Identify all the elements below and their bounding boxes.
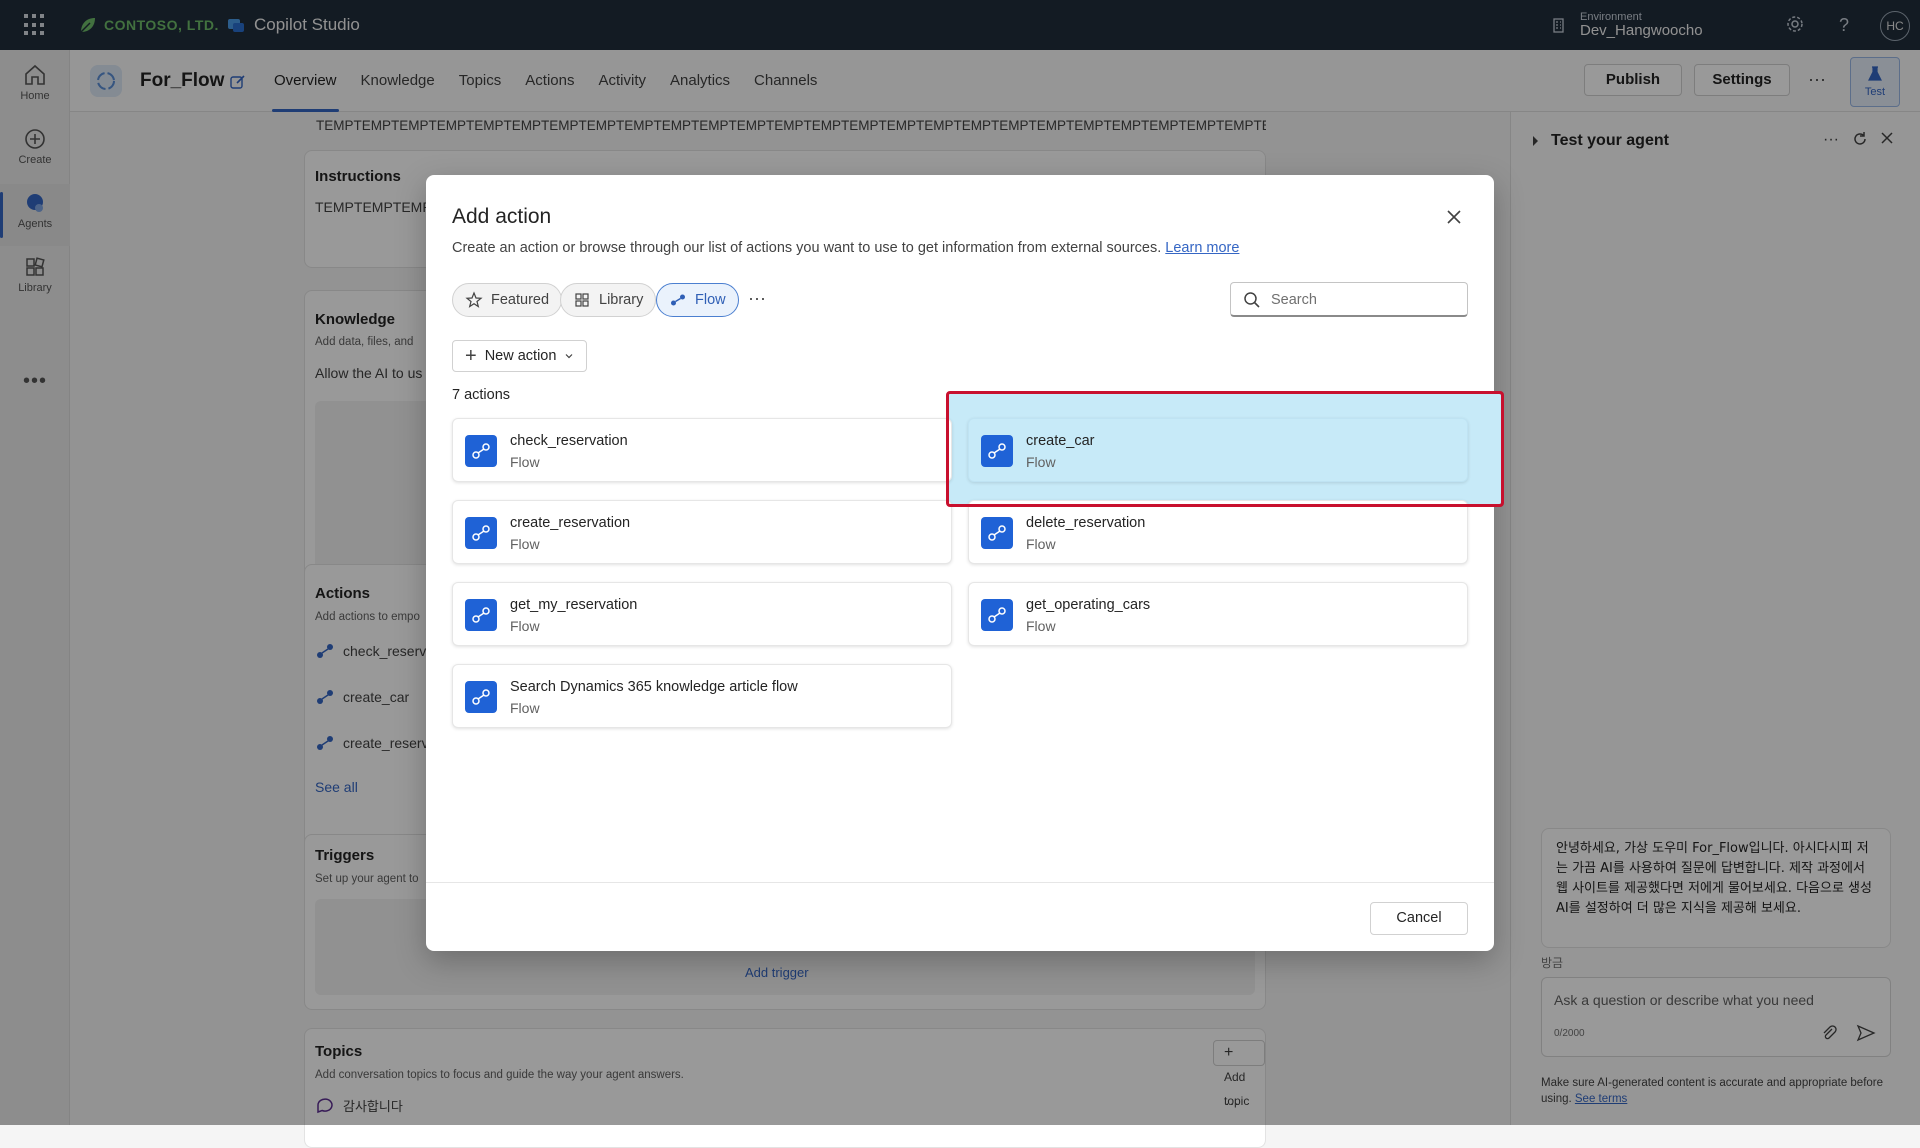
- action-card-create-car[interactable]: create_car Flow: [968, 418, 1468, 482]
- new-action-label: New action: [484, 348, 557, 364]
- search-box[interactable]: [1230, 282, 1468, 317]
- library-icon: [575, 293, 589, 307]
- action-count: 7 actions: [452, 387, 511, 403]
- filter-flow-label: Flow: [695, 292, 726, 308]
- search-icon: [1244, 292, 1260, 308]
- action-card-delete-reservation[interactable]: delete_reservation Flow: [968, 500, 1468, 564]
- action-name: get_my_reservation: [510, 597, 638, 613]
- action-type: Flow: [510, 454, 540, 470]
- flow-icon: [981, 599, 1013, 631]
- action-type: Flow: [1026, 454, 1056, 470]
- add-action-dialog: Add action Create an action or browse th…: [426, 175, 1504, 951]
- action-card-search-dynamics-365[interactable]: Search Dynamics 365 knowledge article fl…: [452, 664, 952, 728]
- action-name: create_reservation: [510, 515, 631, 531]
- flow-icon: [465, 681, 497, 713]
- flow-icon: [465, 435, 497, 467]
- action-name: get_operating_cars: [1026, 597, 1151, 613]
- filter-featured[interactable]: Featured: [452, 283, 563, 317]
- flow-icon: [465, 517, 497, 549]
- action-type: Flow: [1026, 618, 1056, 634]
- filter-flow[interactable]: Flow: [656, 283, 739, 317]
- filter-library[interactable]: Library: [560, 283, 657, 317]
- action-name: check_reservation: [510, 433, 628, 449]
- action-type: Flow: [1026, 536, 1056, 552]
- action-type: Flow: [510, 618, 540, 634]
- action-card-check-reservation[interactable]: check_reservation Flow: [452, 418, 952, 482]
- dialog-description: Create an action or browse through our l…: [452, 240, 1239, 256]
- close-icon[interactable]: [1442, 205, 1466, 229]
- filter-library-label: Library: [599, 292, 644, 308]
- action-card-get-my-reservation[interactable]: get_my_reservation Flow: [452, 582, 952, 646]
- dialog-footer-divider: [426, 882, 1494, 883]
- action-name: Search Dynamics 365 knowledge article fl…: [510, 679, 798, 695]
- dialog-title: Add action: [452, 205, 552, 228]
- chevron-down-icon: [565, 354, 573, 359]
- new-action-button[interactable]: + New action: [452, 340, 588, 372]
- cancel-button[interactable]: Cancel: [1370, 902, 1468, 935]
- dialog-description-text: Create an action or browse through our l…: [452, 240, 1162, 256]
- flow-icon: [465, 599, 497, 631]
- star-icon: [465, 291, 483, 308]
- action-type: Flow: [510, 700, 540, 716]
- learn-more-link[interactable]: Learn more: [1165, 240, 1239, 256]
- action-name: delete_reservation: [1026, 515, 1146, 531]
- search-input[interactable]: [1269, 289, 1459, 311]
- action-card-get-operating-cars[interactable]: get_operating_cars Flow: [968, 582, 1468, 646]
- action-name: create_car: [1026, 433, 1095, 449]
- flow-icon: [671, 294, 685, 306]
- flow-icon: [981, 517, 1013, 549]
- action-type: Flow: [510, 536, 540, 552]
- filter-more-button[interactable]: ···: [744, 283, 770, 317]
- action-card-create-reservation[interactable]: create_reservation Flow: [452, 500, 952, 564]
- flow-icon: [981, 435, 1013, 467]
- plus-icon: +: [465, 345, 477, 367]
- filter-featured-label: Featured: [491, 292, 550, 308]
